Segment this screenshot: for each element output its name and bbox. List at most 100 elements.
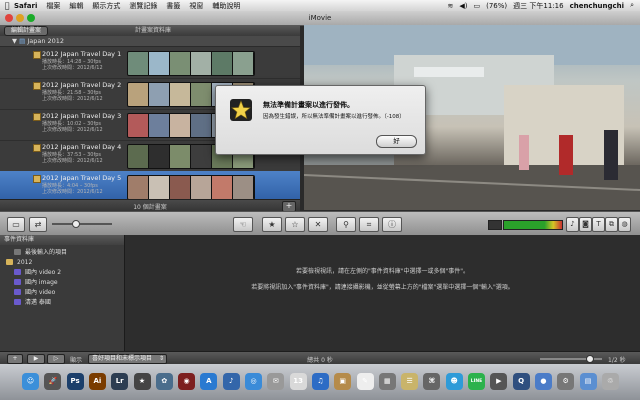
menu-help[interactable]: 輔助說明	[212, 1, 240, 11]
slider-knob[interactable]	[72, 220, 80, 228]
volume-icon[interactable]: ◀)	[459, 2, 467, 10]
thumbnail-size-slider[interactable]	[52, 220, 112, 228]
mail-icon[interactable]: ✉	[267, 373, 285, 390]
mark-favorite-button[interactable]: ★	[262, 217, 282, 232]
filmstrip-frame	[149, 114, 170, 137]
finder-icon[interactable]: ☺	[22, 373, 39, 390]
spotlight-icon[interactable]: ⌕	[630, 1, 634, 10]
menu-view[interactable]: 顯示方式	[92, 1, 120, 11]
lightroom-icon[interactable]: Lr	[111, 373, 129, 390]
swap-events-button[interactable]: ⇄	[29, 217, 47, 232]
crop-button[interactable]: ⌗	[359, 217, 379, 232]
filmstrip-frame	[170, 114, 191, 137]
show-filter-select[interactable]: 喜好項目和未標示項目 ⇕	[88, 354, 167, 364]
event-library-item[interactable]: 清邁 泰國	[0, 298, 138, 308]
event-library-item[interactable]: 國內 video 2	[0, 268, 138, 278]
quicktime-icon[interactable]: Q	[512, 373, 530, 390]
project-row[interactable]: 2012 Japan Travel Day 1 播放時長：14:28 – 30fp…	[0, 47, 300, 79]
transition-browser-button[interactable]: ⧉	[605, 217, 618, 232]
minimize-window-icon[interactable]	[16, 14, 24, 22]
itunes-icon[interactable]: ♪	[222, 373, 240, 390]
zoom-window-icon[interactable]	[27, 14, 35, 22]
unmark-button[interactable]: ☆	[285, 217, 305, 232]
event-item-label: 最後輸入的項目	[25, 249, 68, 256]
project-name: 2012 Japan Travel Day 2	[42, 81, 122, 89]
zoom-slider[interactable]	[540, 355, 602, 363]
ok-button[interactable]: 好	[376, 135, 417, 148]
iphoto-icon[interactable]: ✿	[155, 373, 173, 390]
photo-booth-icon[interactable]: ◉	[178, 373, 196, 390]
title-browser-button[interactable]: T	[592, 217, 605, 232]
menu-history[interactable]: 瀏覽記錄	[129, 1, 157, 11]
menu-window[interactable]: 視窗	[189, 1, 203, 11]
event-library-item[interactable]: 最後輸入的項目	[0, 248, 138, 258]
filmstrip-frame	[233, 52, 254, 75]
photo-browser-button[interactable]: ◙	[579, 217, 592, 232]
settings-icon[interactable]: ⚙	[557, 373, 575, 390]
add-to-project-button[interactable]: ☜	[233, 217, 253, 232]
calculator-icon[interactable]: ▦	[378, 373, 396, 390]
safari-icon[interactable]: ◎	[245, 373, 262, 390]
total-duration: 總共 0 秒	[307, 357, 333, 364]
battery-icon[interactable]: ▭	[474, 2, 481, 10]
trash-icon[interactable]: ♲	[601, 373, 619, 390]
notes-icon[interactable]: ☰	[401, 373, 419, 390]
event-hint-select: 若要檢視視訊，請在左側的"事件資料庫"中選擇一或多個"事件"。	[295, 268, 470, 275]
apple-menu-icon[interactable]: 	[0, 1, 14, 10]
music-icon[interactable]: ♫	[311, 373, 329, 390]
illustrator-icon[interactable]: Ai	[88, 373, 106, 390]
preview-icon[interactable]: ▣	[334, 373, 352, 390]
menu-edit[interactable]: 編輯	[69, 1, 83, 11]
textedit-icon[interactable]: ✎	[356, 373, 374, 390]
event-icon	[14, 279, 21, 285]
map-browser-button[interactable]: ◍	[618, 217, 631, 232]
add-event-button[interactable]: +	[7, 354, 23, 364]
music-browser-button[interactable]: ♪	[566, 217, 579, 232]
event-browser[interactable]: 若要檢視視訊，請在左側的"事件資料庫"中選擇一或多個"事件"。 若要將視訊加入"…	[125, 235, 640, 351]
launchpad-icon[interactable]: 🚀	[44, 373, 62, 390]
inspector-button[interactable]: ⓘ	[382, 217, 402, 232]
window-title-bar: iMovie	[0, 11, 640, 26]
event-library-item[interactable]: 國內 image	[0, 278, 138, 288]
filmstrip-frame	[191, 83, 212, 106]
event-library-item[interactable]: 國內 video	[0, 288, 138, 298]
project-row[interactable]: 2012 Japan Travel Day 5 播放時長：4:04 – 30fps…	[0, 171, 300, 199]
show-label: 顯示	[70, 357, 83, 364]
play-full-button[interactable]: ▶	[27, 354, 45, 364]
camera-import-button[interactable]: ▭	[7, 217, 25, 232]
wifi-icon[interactable]: ≋	[448, 2, 454, 10]
screenshot-icon[interactable]: ▶	[490, 373, 508, 390]
project-group-row[interactable]: ▼ ▤ Japan 2012	[0, 36, 300, 47]
imovie-icon[interactable]: ★	[133, 373, 151, 390]
event-library-item[interactable]: 2012	[0, 258, 130, 268]
play-selected-button[interactable]: ▷	[47, 354, 65, 364]
menu-app-name[interactable]: Safari	[14, 2, 37, 10]
network-icon[interactable]: ⌘	[423, 373, 441, 390]
reject-button[interactable]: ✕	[308, 217, 328, 232]
event-icon	[14, 299, 21, 305]
photoshop-icon[interactable]: Ps	[66, 373, 84, 390]
browser-icon[interactable]: ●	[534, 373, 552, 390]
battery-percent[interactable]: (76%)	[486, 2, 507, 10]
project-filmstrip[interactable]	[127, 175, 255, 199]
edit-project-button[interactable]: 編輯計畫案	[4, 26, 49, 36]
messenger-icon[interactable]: ☻	[445, 373, 463, 390]
menu-file[interactable]: 檔案	[46, 1, 60, 11]
line-icon[interactable]: LINE	[468, 373, 485, 390]
year-folder-icon	[6, 259, 13, 265]
app-store-icon[interactable]: A	[200, 373, 218, 390]
menubar-clock[interactable]: 週三 下午11:16	[513, 1, 563, 11]
menubar-user[interactable]: chenchungchi	[570, 2, 625, 10]
zoom-slider-knob[interactable]	[586, 355, 594, 363]
project-name: 2012 Japan Travel Day 5	[42, 174, 122, 182]
calendar-icon[interactable]: 13	[289, 373, 307, 390]
filmstrip-frame	[128, 114, 149, 137]
folder-icon[interactable]: ▤	[579, 373, 597, 390]
project-filmstrip[interactable]	[127, 51, 255, 76]
close-window-icon[interactable]	[5, 14, 13, 22]
project-library-label: 計畫案資料庫	[135, 27, 172, 34]
keyword-button[interactable]: ⚲	[336, 217, 356, 232]
menu-bookmarks[interactable]: 書籤	[166, 1, 180, 11]
disclosure-triangle-icon[interactable]: ▼	[12, 37, 17, 45]
dialog-message: 因為發生錯誤，所以無法準備計畫案以進行發佈。（-108）	[263, 114, 405, 120]
